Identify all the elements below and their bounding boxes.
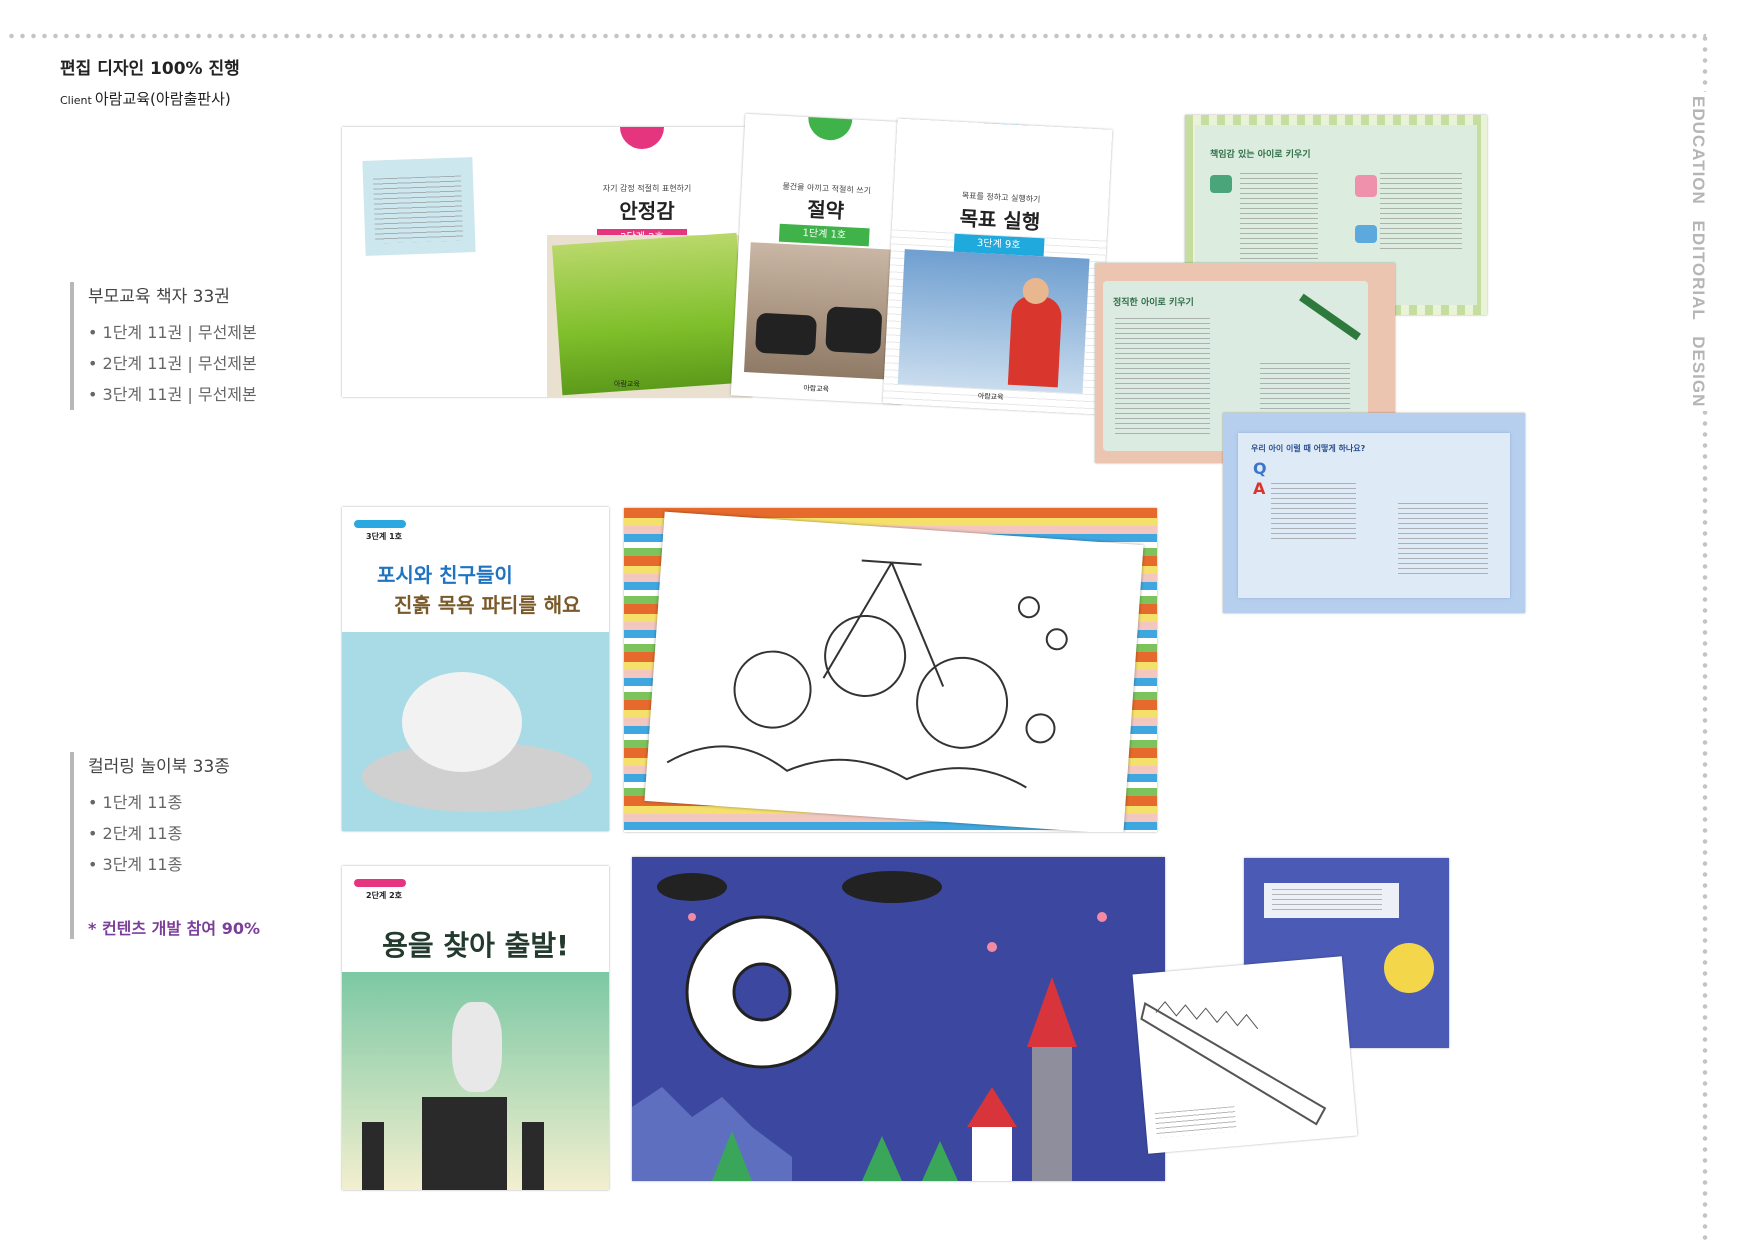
coloring-spread [624,508,1157,832]
client-line: Client 아람교육(아람출판사) [60,88,231,109]
coloring-book-cover-dragon: 2단계 2호 용을 찾아 출발! [342,866,609,1190]
spread-title: 우리 아이 이럴 때 어떻게 하나요? [1251,444,1366,453]
section-heading: 부모교육 책자 33권 [88,287,230,307]
list-item: • 1단계 11종 [88,793,183,812]
coloring-book-cover-posi: 3단계 1호 포시와 친구들이 진흙 목욕 파티를 해요 [342,507,609,831]
publisher-logo: 아람교육 [614,380,640,388]
spread-title: 책임감 있는 아이로 키우기 [1210,150,1311,160]
cover-title-line1: 포시와 친구들이 [377,563,513,587]
dotted-border-top [6,33,1706,39]
cover-title: 안정감 [619,199,675,223]
forest-illustration [342,972,609,1190]
list-item: • 2단계 11권 | 무선제본 [88,354,257,373]
section-coloring-books: 컬러링 놀이북 33종 • 1단계 11종 • 2단계 11종 • 3단계 11종 … [70,752,260,939]
spread-title: 정직한 아이로 키우기 [1113,298,1194,308]
book-cover-spread-1: 자기 감정 적절히 표현하기 안정감 2단계 2호 아람교육 [342,127,752,397]
side-label: EDUCATION EDITORIAL DESIGN [1688,92,1708,412]
dragon-coloring-spread [632,857,1165,1181]
cover-subtitle: 자기 감정 적절히 표현하기 [602,184,692,193]
list-item: • 2단계 11종 [88,824,183,843]
list-item: • 3단계 11권 | 무선제본 [88,385,257,404]
page-title: 편집 디자인 100% 진행 [60,59,240,79]
moon-illustration [1384,943,1434,993]
photo-shoes [743,242,897,380]
pig-illustration [342,632,609,831]
publisher-logo: 아람교육 [803,384,830,394]
cover-title: 용을 찾아 출발! [382,929,569,962]
photo-feet-grass [551,232,748,396]
dragon-castle-illustration [632,871,1107,1181]
book-cover-3: 목표를 정하고 실행하기 목표 실행 3단계 9호 아람교육 [882,118,1113,415]
badge [807,113,854,142]
client-name: 아람교육(아람출판사) [94,90,231,108]
coloring-page-line-art [644,511,1144,832]
section-parent-books: 부모교육 책자 33권 • 1단계 11권 | 무선제본 • 2단계 11권 | … [70,282,257,410]
cover-title-line2: 진흙 목욕 파티를 해요 [394,593,581,617]
photo-superhero-child [897,249,1090,394]
cover-level: 2단계 2호 [366,891,402,900]
animals-shower-drawing [666,559,1068,789]
cover-level: 3단계 1호 [366,532,402,541]
badge [620,127,664,149]
cover-tag: 1단계 1호 [778,223,870,247]
coloring-page-dragon-outline [1132,956,1358,1154]
list-item: • 3단계 11종 [88,855,183,874]
contribution-note: * 컨텐츠 개발 참여 90% [88,919,260,938]
section-heading: 컬러링 놀이북 33종 [88,757,230,777]
list-item: • 1단계 11권 | 무선제본 [88,323,257,342]
spread-qa: 우리 아이 이럴 때 어떻게 하나요? QA [1223,413,1525,613]
client-label: Client [60,94,92,107]
